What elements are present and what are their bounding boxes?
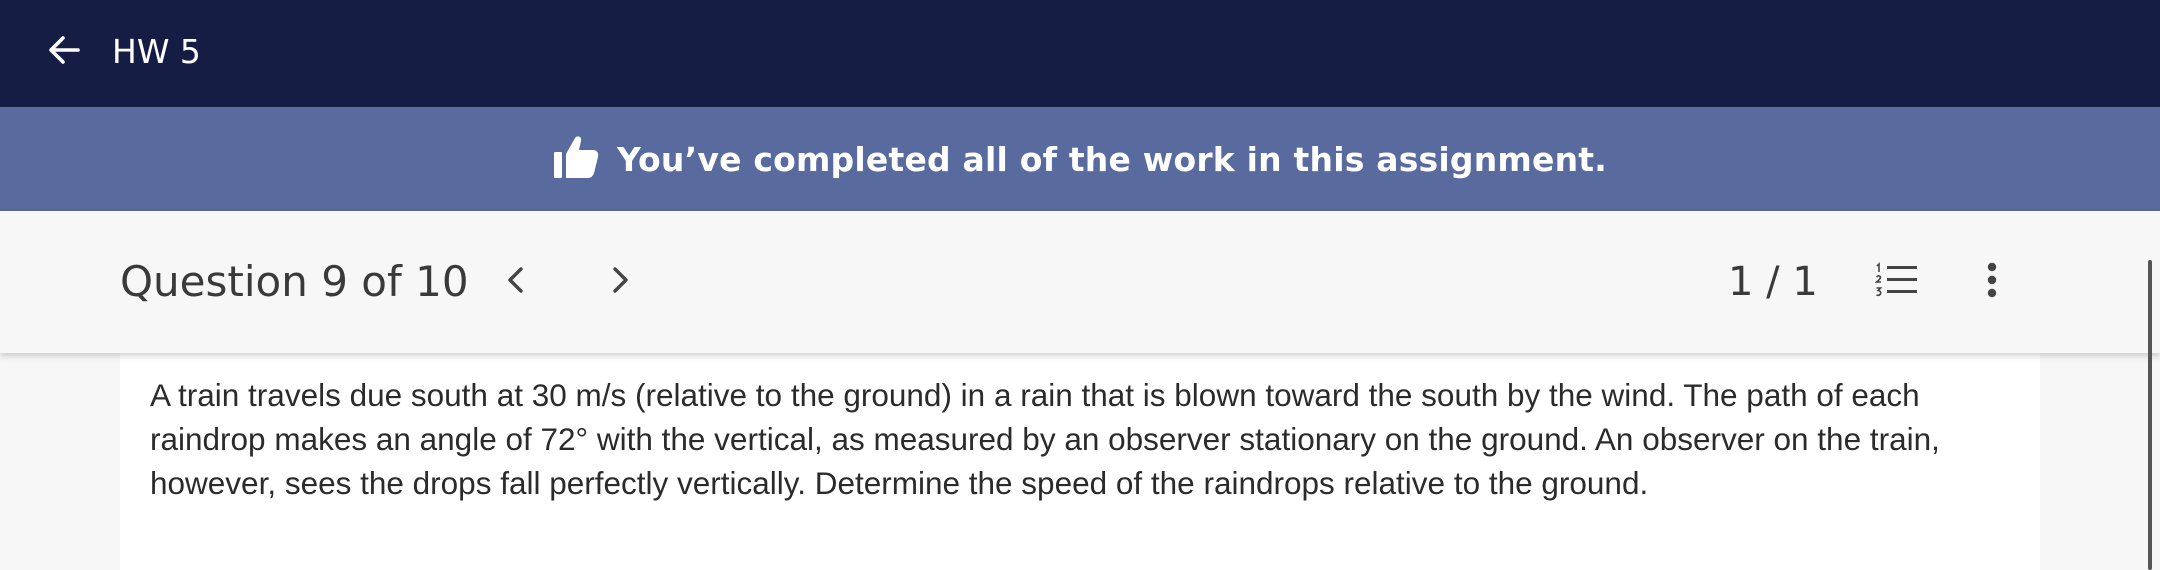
question-nav-bar: Question 9 of 10 1 / 1 [0,211,2160,353]
numbered-list-icon [1874,261,1919,303]
question-text: A train travels due south at 30 m/s (rel… [150,377,1940,501]
back-button[interactable] [44,30,84,74]
completion-banner: You’ve completed all of the work in this… [0,107,2160,211]
thumbs-up-icon [553,135,599,184]
previous-question-button[interactable] [491,257,541,307]
chevron-right-icon [608,264,632,301]
more-vertical-icon [1986,262,1998,303]
assignment-title: HW 5 [112,32,201,71]
top-bar: HW 5 [0,0,2160,107]
question-list-button[interactable] [1870,255,1924,309]
next-question-button[interactable] [595,257,645,307]
scrollbar[interactable] [2148,260,2152,570]
chevron-left-icon [504,264,528,301]
question-title: Question 9 of 10 [120,257,469,306]
arrow-left-icon [47,33,81,72]
more-options-button[interactable] [1972,255,2012,309]
completion-message: You’ve completed all of the work in this… [616,139,1607,179]
page-count: 1 / 1 [1728,259,1818,305]
